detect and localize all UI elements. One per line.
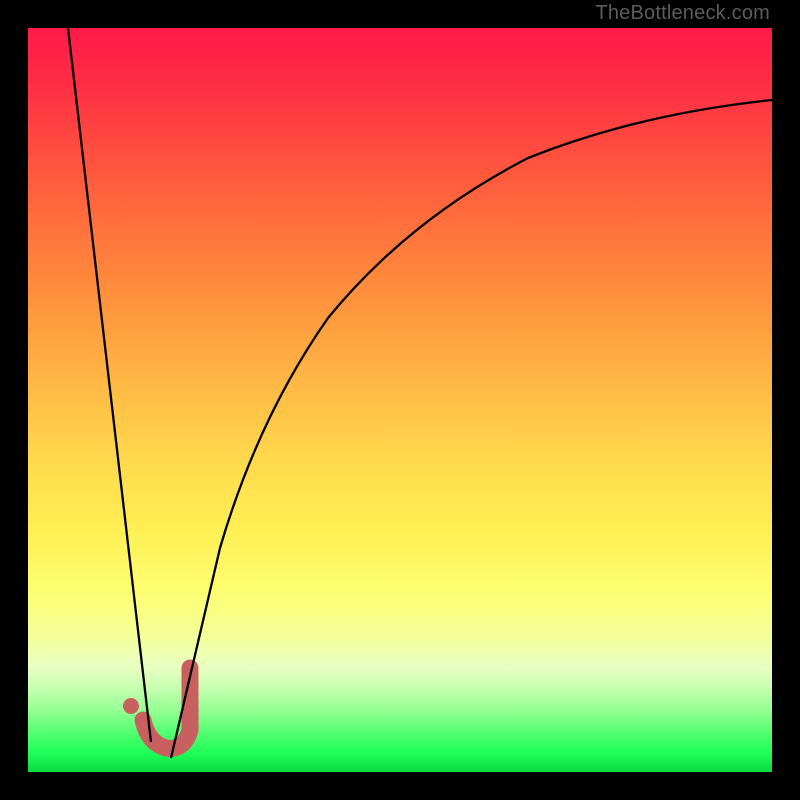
right-curve: [171, 100, 772, 758]
plot-area: [28, 28, 772, 772]
left-line: [68, 28, 151, 742]
chart-curves: [28, 28, 772, 772]
watermark-text: TheBottleneck.com: [595, 2, 770, 25]
j-marker-dot: [123, 698, 139, 714]
chart-frame: TheBottleneck.com: [0, 0, 800, 800]
